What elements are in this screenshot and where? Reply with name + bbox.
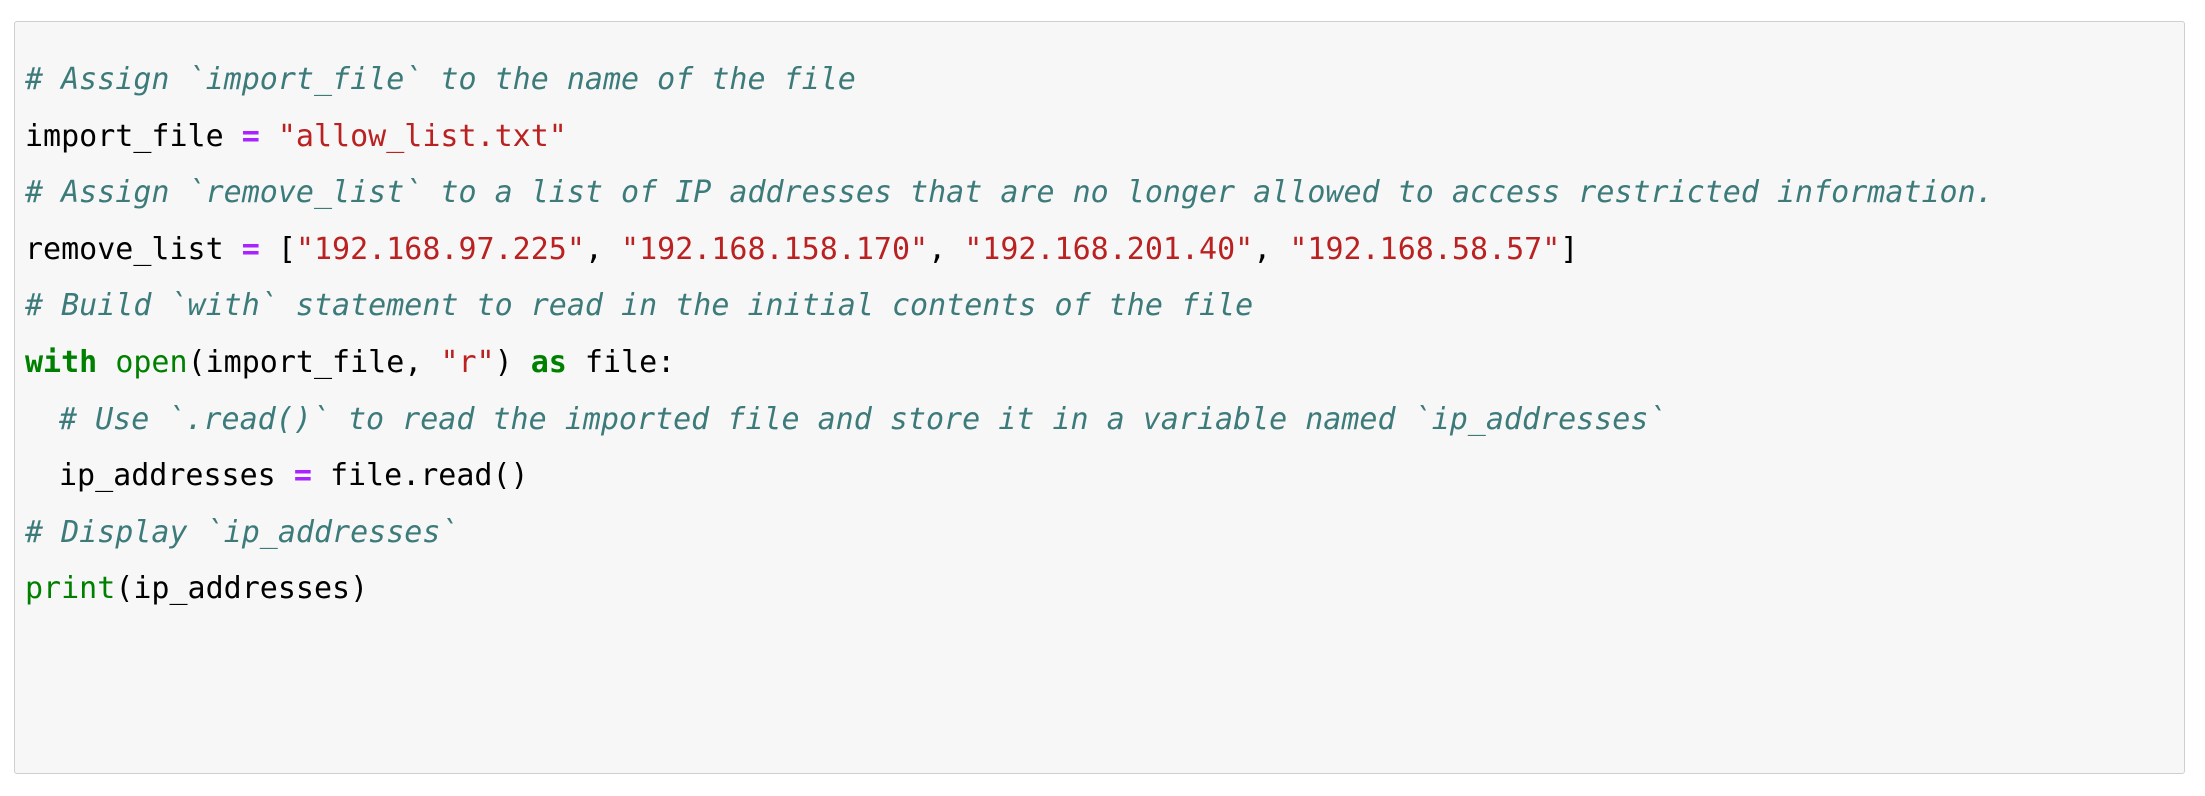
ip-string-2: "192.168.158.170" <box>621 231 929 267</box>
string-literal: "allow_list.txt" <box>277 118 567 154</box>
separator: , <box>584 231 622 267</box>
close-bracket: ] <box>1560 231 1579 267</box>
code-line-10: print(ip_addresses) <box>25 551 2184 628</box>
keyword-with: with <box>25 344 98 380</box>
method-call: file.read() <box>329 458 529 494</box>
comment: # Display `ip_addresses` <box>25 514 459 550</box>
comment: # Assign `import_file` to the name of th… <box>25 62 856 97</box>
ip-string-4: "192.168.58.57" <box>1289 231 1561 267</box>
ip-string-1: "192.168.97.225" <box>295 231 585 267</box>
separator: , <box>1253 231 1290 267</box>
comment: # Assign `remove_list` to a list of IP a… <box>25 175 1994 211</box>
ip-string-3: "192.168.201.40" <box>964 231 1254 267</box>
call-args: (import_file, <box>187 344 441 380</box>
keyword-as: as <box>530 344 567 380</box>
builtin-print: print <box>25 571 116 607</box>
mode-string: "r" <box>440 344 495 380</box>
variable-name: import_file <box>25 118 224 154</box>
variable-name: ip_addresses <box>59 458 276 494</box>
assign-operator: = <box>241 118 260 154</box>
call-args-end: ) <box>494 344 531 380</box>
builtin-open: open <box>115 344 188 380</box>
separator: , <box>928 231 965 267</box>
variable-name: remove_list <box>25 231 224 267</box>
open-bracket: [ <box>277 231 296 267</box>
with-target: file: <box>566 344 676 380</box>
assign-operator: = <box>293 458 312 494</box>
comment: # Use `.read()` to read the imported fil… <box>59 401 1667 437</box>
call-args: (ip_addresses) <box>115 571 369 607</box>
code-cell[interactable]: # Assign `import_file` to the name of th… <box>14 21 2185 774</box>
assign-operator: = <box>241 231 260 267</box>
comment: # Build `with` statement to read in the … <box>25 288 1254 324</box>
